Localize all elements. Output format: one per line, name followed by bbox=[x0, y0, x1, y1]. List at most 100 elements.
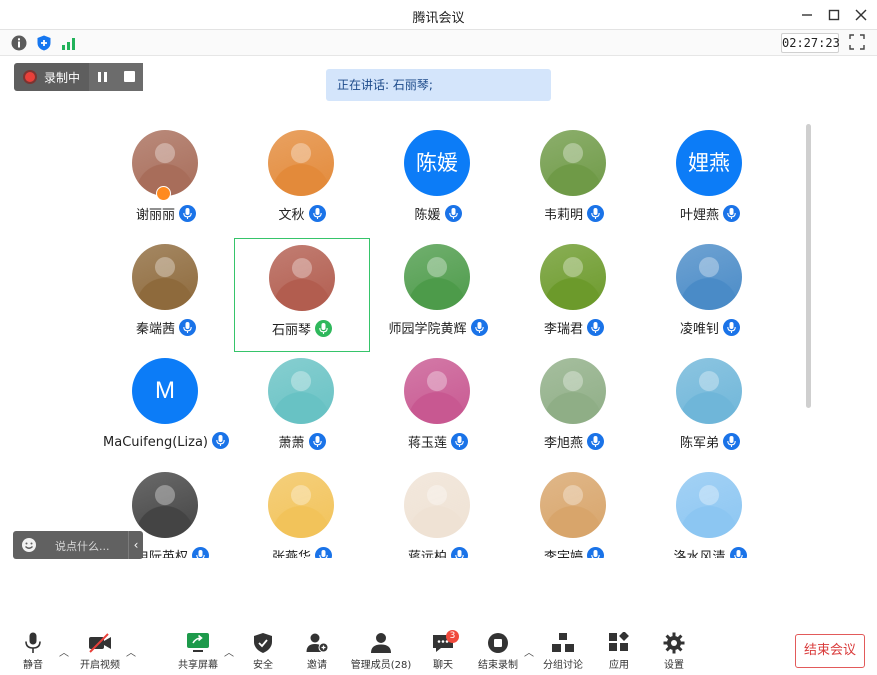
participant-tile[interactable]: 凌唯钊 bbox=[642, 238, 778, 352]
recording-options-chevron-icon[interactable]: ︿ bbox=[524, 644, 534, 659]
chat-button[interactable]: 3 聊天 bbox=[428, 630, 459, 672]
fullscreen-icon[interactable] bbox=[849, 34, 865, 50]
mic-icon bbox=[179, 319, 196, 340]
minimize-icon[interactable] bbox=[797, 5, 817, 25]
invite-button[interactable]: 邀请 bbox=[302, 632, 332, 672]
stop-record-icon bbox=[488, 633, 508, 653]
participant-tile[interactable]: 李瑞君 bbox=[506, 238, 642, 352]
avatar bbox=[676, 358, 742, 424]
breakout-rooms-button[interactable]: 分组讨论 bbox=[541, 632, 585, 672]
participant-tile[interactable]: 蒋远柏 bbox=[370, 466, 506, 558]
participant-name-row: 李瑞君 bbox=[506, 318, 642, 340]
participant-tile[interactable]: 陈军弟 bbox=[642, 352, 778, 466]
collapse-chat-icon[interactable]: ‹ bbox=[128, 531, 143, 559]
participant-tile[interactable]: 李宇婷 bbox=[506, 466, 642, 558]
settings-button[interactable]: 设置 bbox=[659, 632, 689, 672]
end-meeting-button[interactable]: 结束会议 bbox=[795, 634, 865, 668]
settings-label: 设置 bbox=[664, 660, 684, 671]
participant-name: 石丽琴 bbox=[271, 323, 311, 338]
host-badge-icon bbox=[156, 186, 171, 201]
participant-name-row: 陈媛 bbox=[370, 204, 506, 226]
participant-tile[interactable]: 文秋 bbox=[234, 124, 370, 238]
participant-tile[interactable]: 谢丽丽 bbox=[98, 124, 234, 238]
grid-scrollbar[interactable] bbox=[806, 124, 811, 408]
participant-tile[interactable]: M MaCuifeng(Liza) bbox=[98, 352, 234, 466]
meeting-info-bar: 02:27:23 bbox=[0, 30, 877, 56]
participant-tile[interactable]: 萧萧 bbox=[234, 352, 370, 466]
mic-icon bbox=[451, 433, 468, 454]
participant-name-row: 叶娌燕 bbox=[642, 204, 778, 226]
participant-name-row: 李旭燕 bbox=[506, 432, 642, 454]
apps-button[interactable]: 应用 bbox=[604, 632, 634, 672]
participant-name: 李瑞君 bbox=[543, 322, 583, 337]
info-icon[interactable] bbox=[10, 34, 28, 52]
participant-tile[interactable]: 蒋玉莲 bbox=[370, 352, 506, 466]
participant-tile[interactable]: 李旭燕 bbox=[506, 352, 642, 466]
participant-name: 蒋玉莲 bbox=[407, 436, 447, 451]
participant-name: MaCuifeng(Liza) bbox=[103, 435, 208, 450]
participant-tile[interactable]: 秦端茜 bbox=[98, 238, 234, 352]
share-options-chevron-icon[interactable]: ︿ bbox=[224, 644, 234, 659]
stop-recording-button[interactable] bbox=[116, 63, 143, 91]
avatar: M bbox=[132, 358, 198, 424]
share-screen-icon bbox=[187, 633, 209, 652]
participant-name: 陈媛 bbox=[414, 208, 441, 223]
participant-name-row: 文秋 bbox=[234, 204, 370, 226]
pause-recording-button[interactable] bbox=[89, 63, 116, 91]
security-shield-icon bbox=[254, 633, 272, 653]
participant-name-row: 蒋远柏 bbox=[370, 546, 506, 558]
mic-icon bbox=[179, 205, 196, 226]
participant-name: 萧萧 bbox=[278, 436, 305, 451]
avatar bbox=[540, 358, 606, 424]
quick-chat-input[interactable]: 说点什么... ‹ bbox=[13, 531, 143, 559]
audio-options-chevron-icon[interactable]: ︿ bbox=[59, 644, 69, 659]
participant-name-row: MaCuifeng(Liza) bbox=[98, 432, 234, 453]
participant-name: 师园学院黄辉 bbox=[388, 322, 467, 337]
manage-members-button[interactable]: 管理成员(28) bbox=[350, 632, 412, 672]
participant-tile[interactable]: 师园学院黄辉 bbox=[370, 238, 506, 352]
participant-tile[interactable]: 陈媛 陈媛 bbox=[370, 124, 506, 238]
emoji-icon[interactable] bbox=[21, 537, 37, 553]
participant-name-row: 凌唯钊 bbox=[642, 318, 778, 340]
signal-icon[interactable] bbox=[60, 34, 78, 52]
share-screen-button[interactable]: 共享屏幕 bbox=[176, 632, 220, 672]
avatar bbox=[268, 472, 334, 538]
participant-tile[interactable]: 韦莉明 bbox=[506, 124, 642, 238]
avatar bbox=[132, 244, 198, 310]
participant-tile[interactable]: 娌燕 叶娌燕 bbox=[642, 124, 778, 238]
participant-tile[interactable]: 洛水风清 bbox=[642, 466, 778, 558]
chat-unread-badge: 3 bbox=[446, 630, 459, 643]
participant-tile[interactable]: 张燕华 bbox=[234, 466, 370, 558]
avatar bbox=[676, 472, 742, 538]
video-options-chevron-icon[interactable]: ︿ bbox=[126, 644, 136, 659]
mute-button[interactable]: 静音 bbox=[16, 632, 50, 672]
mic-icon bbox=[723, 319, 740, 340]
video-off-icon bbox=[89, 633, 111, 653]
chat-placeholder: 说点什么... bbox=[55, 540, 110, 553]
meeting-timer: 02:27:23 bbox=[781, 33, 840, 53]
end-recording-button[interactable]: 结束录制 bbox=[476, 632, 520, 672]
participant-grid: 谢丽丽 文秋 陈媛 陈媛 韦莉明 娌燕 叶娌燕秦端茜石丽琴 师园学院黄辉 李瑞君 凌唯钊 M MaCu… bbox=[98, 124, 798, 558]
participant-name-row: 韦莉明 bbox=[506, 204, 642, 226]
start-video-button[interactable]: 开启视频 bbox=[78, 632, 122, 672]
shield-icon[interactable] bbox=[35, 34, 53, 52]
mic-icon bbox=[308, 433, 326, 454]
share-label: 共享屏幕 bbox=[178, 660, 218, 671]
mic-icon bbox=[308, 205, 326, 226]
add-user-icon bbox=[306, 633, 329, 653]
active-speaker-banner: 正在讲话: 石丽琴; bbox=[326, 69, 551, 101]
microphone-icon bbox=[25, 632, 41, 653]
avatar bbox=[404, 358, 470, 424]
close-icon[interactable] bbox=[851, 5, 871, 25]
mic-icon bbox=[444, 205, 462, 226]
maximize-icon[interactable] bbox=[824, 5, 844, 25]
meeting-toolbar: 静音 ︿ 开启视频 ︿ 共享屏幕 ︿ 安全 邀请 管理成员(28) 3 聊天 结… bbox=[0, 620, 877, 675]
mic-icon bbox=[315, 547, 332, 558]
participant-name: 蒋远柏 bbox=[407, 550, 447, 558]
recording-status[interactable]: 录制中 bbox=[14, 63, 88, 91]
participant-name-row: 陈军弟 bbox=[642, 432, 778, 454]
mic-icon bbox=[451, 547, 468, 558]
security-button[interactable]: 安全 bbox=[248, 632, 278, 672]
participant-name: 叶娌燕 bbox=[679, 208, 719, 223]
participant-tile[interactable]: 石丽琴 bbox=[234, 238, 370, 352]
